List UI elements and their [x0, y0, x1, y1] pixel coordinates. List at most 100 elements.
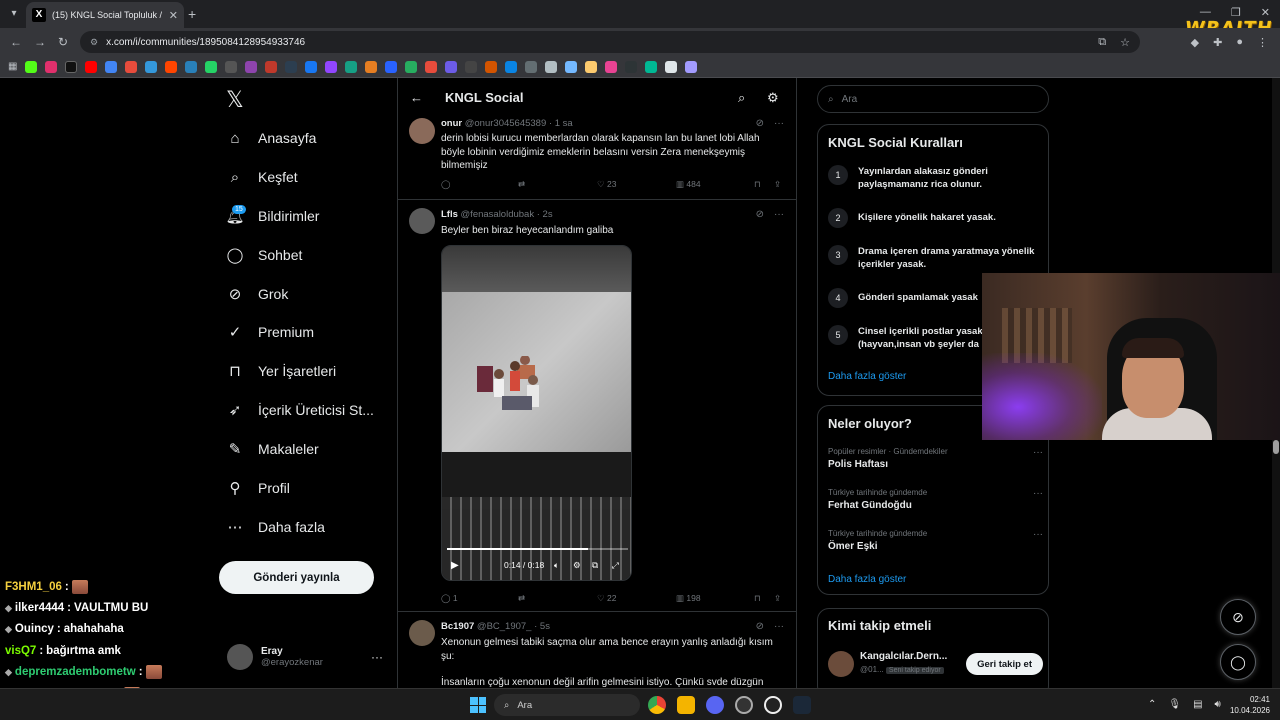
bookmark-icon[interactable]: [285, 60, 298, 73]
bookmark-icon[interactable]: [365, 60, 378, 73]
reply-icon[interactable]: ◯: [441, 179, 451, 190]
sidebar-item-premium[interactable]: ✓ Premium: [226, 323, 314, 341]
bookmark-icon[interactable]: [465, 60, 478, 73]
show-more-link[interactable]: Daha fazla göster: [828, 574, 906, 585]
bookmark-icon[interactable]: [645, 60, 658, 73]
network-icon[interactable]: ▤: [1193, 699, 1202, 710]
media-player-icon[interactable]: [764, 696, 782, 714]
bookmark-icon[interactable]: [45, 60, 58, 73]
rule-item[interactable]: 2 Kişilere yönelik hakaret yasak.: [828, 208, 1043, 228]
bookmark-icon[interactable]: [325, 60, 338, 73]
discord-icon[interactable]: [706, 696, 724, 714]
tweet-author[interactable]: Bc1907: [441, 621, 474, 632]
play-icon[interactable]: ▶: [451, 560, 459, 571]
like-button[interactable]: ♡ 22: [597, 593, 616, 604]
sidebar-item-person[interactable]: ⚲ Profil: [226, 479, 290, 497]
pip-icon[interactable]: ⧉: [592, 560, 598, 571]
more-icon[interactable]: ···: [371, 650, 383, 664]
sidebar-item-home[interactable]: ⌂ Anasayfa: [226, 129, 316, 147]
bookmark-icon[interactable]: [445, 60, 458, 73]
more-icon[interactable]: ···: [1033, 488, 1043, 499]
tab-close-icon[interactable]: ✕: [169, 9, 178, 22]
trend-item[interactable]: Türkiye tarihinde gündemde Ömer Eşki ···: [828, 529, 1043, 552]
bookmark-icon[interactable]: [225, 60, 238, 73]
fullscreen-icon[interactable]: ⤢: [612, 560, 619, 571]
sidebar-item-article[interactable]: ✎ Makaleler: [226, 440, 319, 458]
grok-icon[interactable]: ⊘: [756, 621, 764, 632]
gear-icon[interactable]: ⚙: [767, 90, 779, 106]
install-icon[interactable]: ⧉: [1098, 36, 1106, 49]
bookmark-icon[interactable]: [265, 60, 278, 73]
bookmark-icon[interactable]: [425, 60, 438, 73]
grok-icon[interactable]: ⊘: [756, 118, 764, 129]
bookmark-icon[interactable]: [125, 60, 138, 73]
url-field[interactable]: ⚙ x.com/i/communities/189508412895493374…: [80, 31, 1140, 53]
bookmark-icon[interactable]: [245, 60, 258, 73]
more-icon[interactable]: ···: [774, 621, 784, 632]
windows-start-icon[interactable]: [470, 697, 486, 713]
bookmark-icon[interactable]: [165, 60, 178, 73]
bookmark-icon[interactable]: [545, 60, 558, 73]
apps-icon[interactable]: ▦: [8, 61, 17, 72]
account-switcher[interactable]: Eray @erayozkenar: [227, 644, 323, 670]
more-icon[interactable]: ···: [774, 209, 784, 220]
tweet[interactable]: onur @onur3045645389 · 1 sa ⊘ ··· derin …: [398, 116, 796, 200]
tweet-author[interactable]: Lfls: [441, 209, 458, 220]
taskbar-search[interactable]: ⌕ Ara: [494, 694, 640, 716]
more-icon[interactable]: ···: [774, 118, 784, 129]
tweet-author[interactable]: onur: [441, 118, 462, 129]
bookmark-icon[interactable]: ⊓: [754, 179, 761, 190]
grok-icon[interactable]: ⊘: [1220, 599, 1256, 635]
bookmark-icon[interactable]: [405, 60, 418, 73]
sidebar-item-grok[interactable]: ⊘ Grok: [226, 285, 289, 303]
tweet-handle[interactable]: @onur3045645389: [465, 118, 547, 129]
bookmark-icon[interactable]: [565, 60, 578, 73]
post-button[interactable]: Gönderi yayınla: [219, 561, 374, 594]
scrollbar-thumb[interactable]: [1273, 440, 1279, 454]
settings-icon[interactable]: ⚙: [573, 560, 581, 571]
obs-icon[interactable]: [735, 696, 753, 714]
tray-expand-icon[interactable]: ⌃: [1148, 699, 1156, 710]
bookmark-icon[interactable]: [505, 60, 518, 73]
extension-icon[interactable]: ◆: [1191, 36, 1199, 49]
bookmark-icon[interactable]: [65, 60, 78, 73]
message-icon[interactable]: ◯: [1220, 644, 1256, 680]
repost-icon[interactable]: ⇄: [518, 179, 525, 190]
grok-icon[interactable]: ⊘: [756, 209, 764, 220]
bookmark-icon[interactable]: [605, 60, 618, 73]
x-logo-icon[interactable]: 𝕏: [226, 88, 244, 113]
bookmark-icon[interactable]: [145, 60, 158, 73]
system-clock[interactable]: 02:41 10.04.2026: [1226, 694, 1270, 716]
bookmark-icon[interactable]: [345, 60, 358, 73]
bookmark-icon[interactable]: [665, 60, 678, 73]
share-icon[interactable]: ⇪: [774, 593, 781, 604]
microphone-icon[interactable]: 🎙︎: [1168, 699, 1181, 710]
star-icon[interactable]: ☆: [1120, 36, 1130, 49]
speaker-icon[interactable]: 🔊︎: [1215, 699, 1221, 710]
tweet[interactable]: Lfls @fenasaloldubak · 2s ⊘ ··· Beyler b…: [398, 200, 796, 612]
sidebar-item-chat[interactable]: ◯ Sohbet: [226, 246, 303, 264]
tweet-time[interactable]: · 5s: [534, 621, 550, 632]
new-tab-icon[interactable]: +: [188, 6, 196, 22]
chrome-icon[interactable]: [648, 696, 666, 714]
sidebar-item-more-circle[interactable]: ⋯ Daha fazla: [226, 518, 325, 536]
follow-suggestion[interactable]: Kangalcılar.Dern... @01... Seni takip ed…: [828, 649, 1043, 679]
search-icon[interactable]: ⌕: [738, 90, 745, 106]
tweet-handle[interactable]: @fenasaloldubak: [461, 209, 535, 220]
more-icon[interactable]: ···: [1033, 529, 1043, 540]
tweet-time[interactable]: · 2s: [537, 209, 553, 220]
rule-item[interactable]: 1 Yayınlardan alakasız gönderi paylaşmam…: [828, 165, 1043, 191]
steam-icon[interactable]: [793, 696, 811, 714]
bookmark-icon[interactable]: [185, 60, 198, 73]
bookmark-icon[interactable]: [85, 60, 98, 73]
sidebar-item-bookmark[interactable]: ⊓ Yer İşaretleri: [226, 362, 336, 380]
volume-icon[interactable]: 🔈︎: [554, 560, 559, 571]
share-icon[interactable]: ⇪: [774, 179, 781, 190]
follow-back-button[interactable]: Geri takip et: [966, 653, 1043, 675]
bookmark-icon[interactable]: [485, 60, 498, 73]
bookmark-icon[interactable]: [585, 60, 598, 73]
video-player[interactable]: ▶ 0:14 / 0:18 🔈︎ ⚙ ⧉ ⤢: [441, 245, 632, 581]
search-input[interactable]: ⌕ Ara: [817, 85, 1049, 113]
reply-button[interactable]: ◯ 1: [441, 593, 458, 604]
tab-search-icon[interactable]: ▾: [6, 6, 22, 22]
